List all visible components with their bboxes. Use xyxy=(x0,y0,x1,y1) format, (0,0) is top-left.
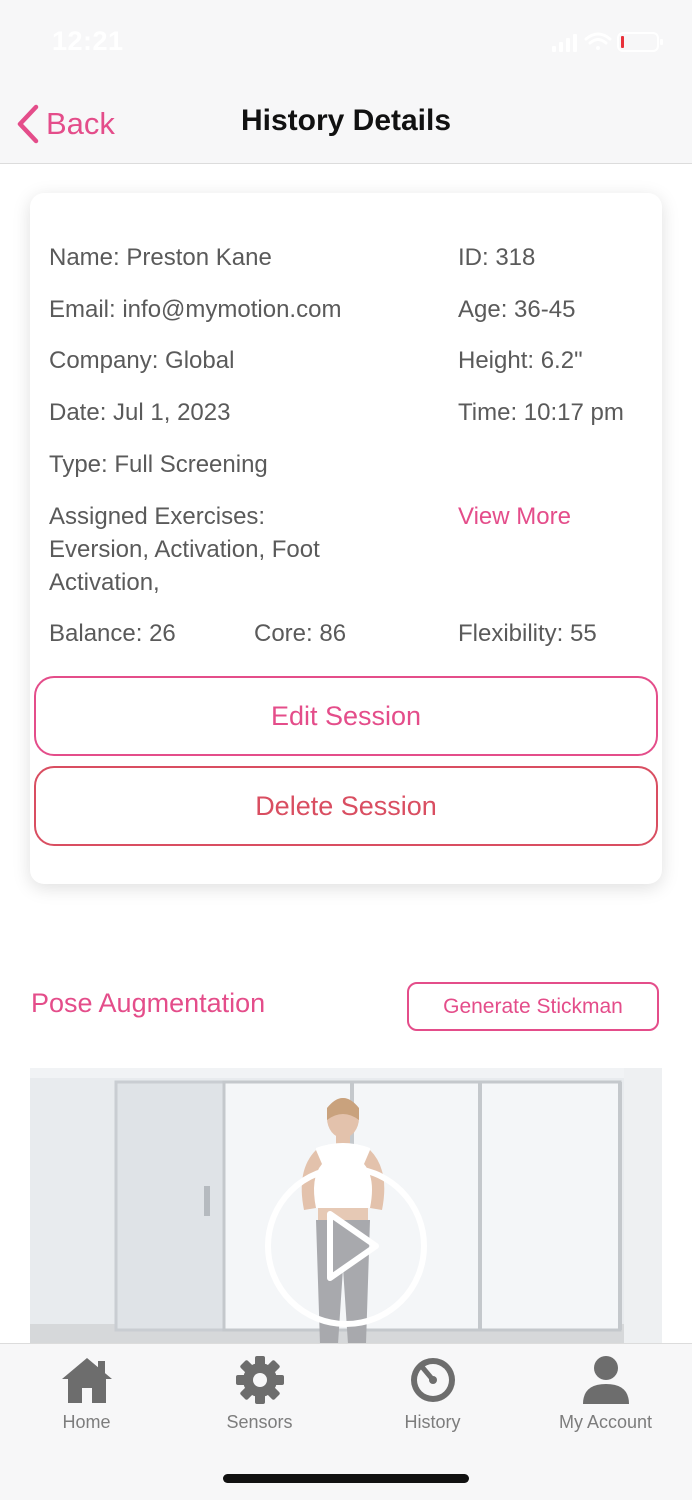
balance-score: Balance: 26 xyxy=(49,620,176,647)
company-text: Company: Global xyxy=(49,347,235,374)
status-bar: 12:21 xyxy=(0,0,692,84)
assigned-exercises-line-1: Eversion, Activation, Foot xyxy=(49,536,320,563)
home-indicator xyxy=(223,1474,469,1483)
height-text: Height: 6.2" xyxy=(458,347,583,374)
type-text: Type: Full Screening xyxy=(49,451,268,478)
nav-bar: Back History Details xyxy=(0,84,692,164)
id-text: ID: 318 xyxy=(458,244,536,271)
flexibility-score: Flexibility: 55 xyxy=(458,620,597,647)
tab-history[interactable]: History xyxy=(346,1352,519,1442)
tab-my-account[interactable]: My Account xyxy=(519,1352,692,1442)
wifi-icon xyxy=(584,32,612,50)
age-text: Age: 36-45 xyxy=(458,296,576,323)
tab-my-account-label: My Account xyxy=(558,1412,653,1432)
time-text: Time: 10:17 pm xyxy=(458,399,624,426)
generate-stickman-button[interactable]: Generate Stickman xyxy=(407,982,659,1031)
status-icons xyxy=(552,30,664,54)
video-thumbnail xyxy=(30,1068,662,1344)
details-card: Name: Preston Kane ID: 318 Email: info@m… xyxy=(30,193,662,884)
tab-sensors-label: Sensors xyxy=(226,1412,293,1432)
edit-session-button[interactable]: Edit Session xyxy=(34,676,658,756)
date-text: Date: Jul 1, 2023 xyxy=(49,399,231,426)
pose-augmentation-title: Pose Augmentation xyxy=(31,988,266,1018)
view-more-link[interactable]: View More xyxy=(458,500,571,533)
home-icon xyxy=(61,1358,112,1403)
signal-icon xyxy=(552,34,577,52)
page-title: History Details xyxy=(240,104,452,137)
tab-sensors[interactable]: Sensors xyxy=(173,1352,346,1442)
video-player[interactable] xyxy=(30,1068,662,1344)
delete-session-button[interactable]: Delete Session xyxy=(34,766,658,846)
battery-icon xyxy=(617,32,663,52)
name-text: Name: Preston Kane xyxy=(49,244,272,271)
status-time: 12:21 xyxy=(52,26,124,56)
tab-home-label: Home xyxy=(62,1412,111,1432)
gear-icon xyxy=(235,1356,284,1404)
user-icon xyxy=(582,1356,629,1404)
tab-home[interactable]: Home xyxy=(0,1352,173,1442)
history-icon xyxy=(410,1358,455,1402)
email-text: Email: info@mymotion.com xyxy=(49,296,342,323)
tab-history-label: History xyxy=(404,1412,461,1432)
core-score: Core: 86 xyxy=(254,620,347,647)
assigned-exercises-label: Assigned Exercises: xyxy=(49,503,266,530)
assigned-exercises-line-2: Activation, xyxy=(49,569,160,596)
